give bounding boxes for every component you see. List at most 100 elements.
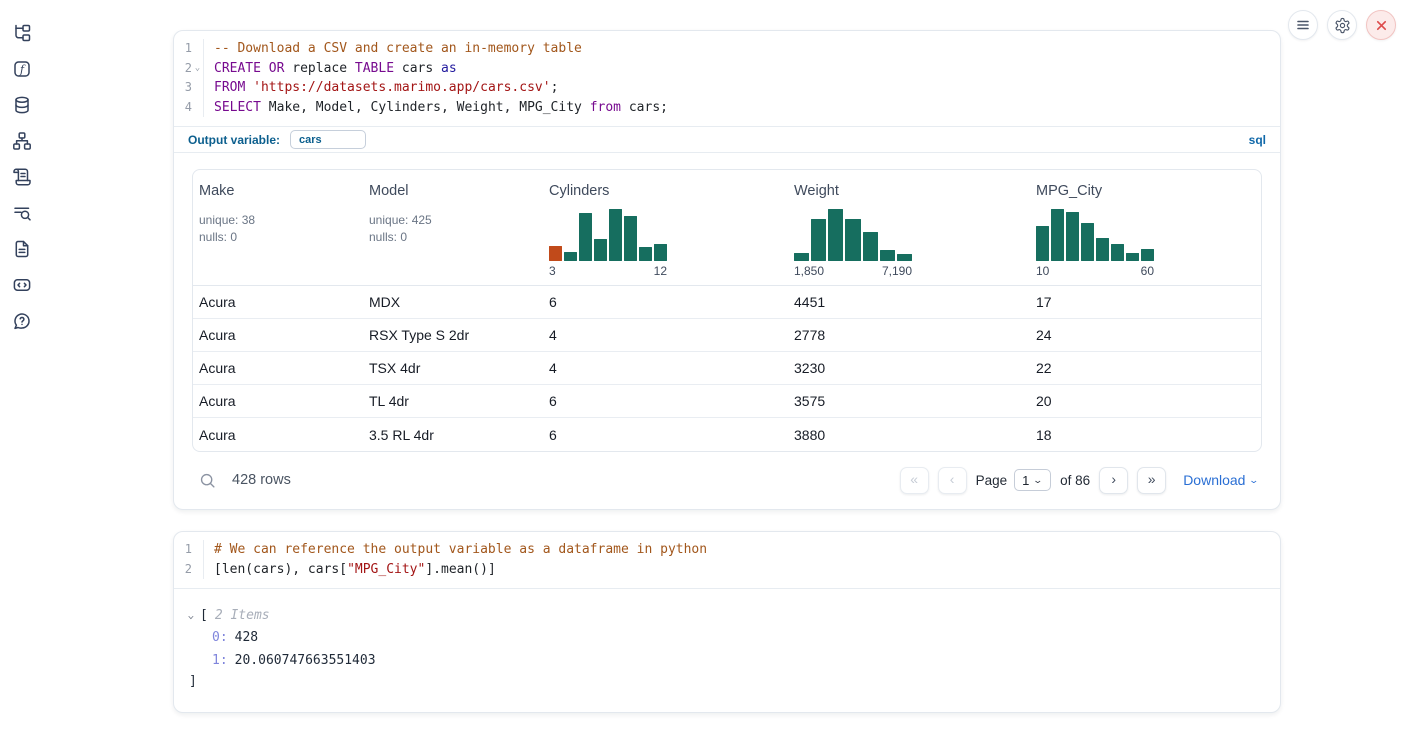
help-icon[interactable] [12,311,32,331]
histogram-axis-labels: 1,8507,190 [794,264,912,278]
table-cell: MDX [363,294,543,310]
table-cell: 24 [1030,327,1261,343]
line-number-gutter: 4 [174,98,204,118]
menu-button[interactable] [1288,10,1318,40]
language-badge[interactable]: sql [1249,133,1266,147]
page-select[interactable]: 1 ⌄ [1014,469,1051,491]
table-row[interactable]: AcuraMDX6445117 [193,286,1261,319]
histogram-bar [811,219,826,261]
table-row[interactable]: Acura3.5 RL 4dr6388018 [193,418,1261,451]
table-cell: 20 [1030,393,1261,409]
table-row[interactable]: AcuraTL 4dr6357520 [193,385,1261,418]
page-total-label: of 86 [1060,473,1090,488]
histogram-bar [880,250,895,261]
menu-icon [1295,17,1311,33]
code-line: 3FROM 'https://datasets.marimo.app/cars.… [174,78,1280,98]
column-header-make[interactable]: Makeunique: 38nulls: 0 [193,183,363,278]
column-header-model[interactable]: Modelunique: 425nulls: 0 [363,183,543,278]
histogram-bar [863,232,878,261]
sql-code-editor[interactable]: 1 -- Download a CSV and create an in-memo… [174,31,1280,126]
column-histogram: 1,8507,190 [794,209,912,278]
table-cell: 18 [1030,427,1261,443]
output-variable-input[interactable] [290,130,366,149]
column-header-weight[interactable]: Weight1,8507,190 [788,183,1030,278]
table-cell: 4 [543,327,788,343]
last-page-button[interactable]: » [1137,467,1166,494]
histogram-bar [594,239,607,261]
table-cell: 4 [543,360,788,376]
snippets-icon[interactable] [12,275,32,295]
column-histogram: 10 60 [1036,209,1154,278]
fold-chevron-icon[interactable]: ⌄ [192,59,203,79]
histogram-bar [794,253,809,261]
histogram-bar [1066,212,1079,261]
scroll-icon[interactable] [12,167,32,187]
function-icon[interactable]: f [12,59,32,79]
prev-page-button[interactable]: ‹ [938,467,967,494]
code-text: FROM 'https://datasets.marimo.app/cars.c… [204,78,558,98]
table-row[interactable]: AcuraTSX 4dr4323022 [193,352,1261,385]
line-number-gutter: 2 [174,560,204,580]
table-header: Makeunique: 38nulls: 0Modelunique: 425nu… [193,170,1261,286]
items-count-label: 2 Items [215,605,270,627]
histogram-bar [1111,244,1124,261]
column-stat: nulls: 0 [199,229,355,246]
settings-button[interactable] [1327,10,1357,40]
column-header-mpg_city[interactable]: MPG_City 10 60 [1030,183,1261,278]
page-select-value: 1 [1022,473,1029,488]
chevron-left-icon: ‹ [950,471,955,487]
table-cell: 2778 [788,327,1030,343]
python-cell: 1# We can reference the output variable … [173,531,1281,713]
document-icon[interactable] [12,239,32,259]
collapse-icon[interactable]: ⌄ [187,605,201,627]
code-line: 1 -- Download a CSV and create an in-memo… [174,39,1280,59]
code-text: -- Download a CSV and create an in-memor… [204,39,582,59]
histogram-bars [1036,209,1154,261]
table-cell: 3880 [788,427,1030,443]
first-page-button[interactable]: « [900,467,929,494]
column-header-cylinders[interactable]: Cylinders312 [543,183,788,278]
chevrons-left-icon: « [910,471,918,487]
dependency-graph-icon[interactable] [12,131,32,151]
histogram-bar [564,252,577,261]
download-button[interactable]: Download ⌄ [1183,472,1258,488]
line-number-gutter: 1 [174,39,204,59]
line-number-gutter: 2⌄ [174,59,204,79]
histogram-bar [579,213,592,261]
download-label: Download [1183,472,1245,488]
axis-max-label: 60 [1141,264,1154,278]
log-search-icon[interactable] [12,203,32,223]
axis-min-label: 1,850 [794,264,824,278]
column-name: MPG_City [1036,183,1253,199]
line-number-gutter: 3 [174,78,204,98]
item-index: 0: [212,630,228,645]
next-page-button[interactable]: › [1099,467,1128,494]
settings-gear-icon [1334,17,1351,34]
code-token: -- Download a CSV and create an in-memor… [214,41,582,56]
svg-text:f: f [19,63,26,76]
database-icon[interactable] [12,95,32,115]
file-tree-icon[interactable] [12,23,32,43]
table-cell: Acura [193,294,363,310]
column-stat: unique: 38 [199,212,355,229]
table-cell: Acura [193,393,363,409]
code-token: Make, Model, Cylinders, Weight, MPG_City [261,100,590,115]
table-cell: 4451 [788,294,1030,310]
code-line: 1# We can reference the output variable … [174,540,1280,560]
line-number: 4 [185,98,192,118]
code-token: FROM [214,80,245,95]
search-icon[interactable] [199,472,216,489]
output-list-entries: 0:4281:20.060747663551403 [189,627,1264,672]
line-number: 2 [185,560,192,580]
table-cell: 3.5 RL 4dr [363,427,543,443]
column-stat: unique: 425 [369,212,535,229]
histogram-bar [1141,249,1154,261]
axis-min-label: 10 [1036,264,1049,278]
shutdown-button[interactable] [1366,10,1396,40]
line-number: 1 [185,540,192,560]
python-code-editor[interactable]: 1# We can reference the output variable … [174,532,1280,588]
table-row[interactable]: AcuraRSX Type S 2dr4277824 [193,319,1261,352]
code-token: 'https://datasets.marimo.app/cars.csv' [253,80,550,95]
table-cell: 17 [1030,294,1261,310]
code-token [261,61,269,76]
